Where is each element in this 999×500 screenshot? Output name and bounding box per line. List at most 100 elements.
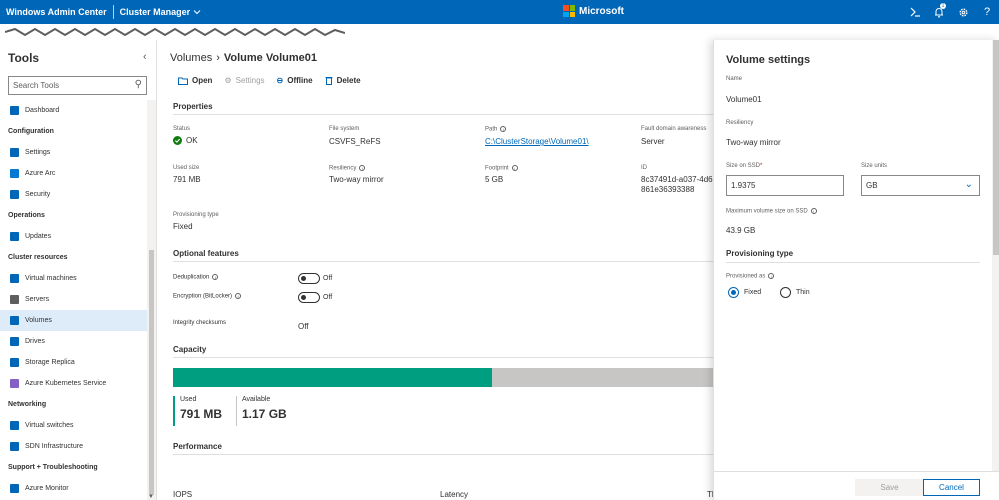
encryption-field: Encryption (BitLocker) i: [173, 293, 242, 300]
search-icon[interactable]: ⚲: [135, 79, 142, 90]
redacted-scribble: [5, 27, 345, 37]
scrollbar-thumb[interactable]: [993, 40, 999, 255]
top-bar-left: Windows Admin Center Cluster Manager: [6, 0, 201, 24]
open-button[interactable]: Open: [178, 76, 212, 85]
context-dropdown[interactable]: Cluster Manager: [120, 7, 202, 17]
capacity-available-value: 1.17 GB: [242, 407, 287, 421]
divider: [173, 454, 713, 455]
nav-section-heading: Cluster resources: [8, 254, 68, 261]
name-label: Name: [726, 76, 743, 82]
sidebar-item-dashboard[interactable]: Dashboard: [0, 100, 147, 121]
cancel-button[interactable]: Cancel: [923, 479, 980, 496]
integrity-label: Integrity checksums: [173, 320, 227, 326]
app-title[interactable]: Windows Admin Center: [6, 7, 107, 17]
resiliency-field: Resiliency i: [329, 165, 366, 172]
encryption-label: Encryption (BitLocker): [173, 293, 233, 300]
provisioning-type-heading: Provisioning type: [726, 249, 794, 258]
scroll-down-icon[interactable]: ▼: [148, 494, 154, 500]
resiliency-label: Resiliency: [329, 165, 357, 172]
info-icon[interactable]: i: [810, 208, 817, 214]
sidebar-item-servers[interactable]: Servers: [0, 289, 147, 310]
dedup-value: Off: [323, 275, 333, 282]
notification-icon[interactable]: 1: [927, 0, 951, 24]
info-icon[interactable]: i: [359, 165, 366, 171]
radio-thin[interactable]: Thin: [780, 287, 810, 298]
sidebar-item-virtual-switches[interactable]: Virtual switches: [0, 415, 147, 436]
panel-scrollbar[interactable]: [992, 40, 999, 471]
info-icon[interactable]: i: [212, 274, 219, 280]
sidebar-item-volumes[interactable]: Volumes: [0, 310, 147, 331]
divider: [112, 5, 114, 19]
iops-header: IOPS: [173, 490, 193, 499]
id-value-line1: 8c37491d-a037-4d6: [641, 175, 713, 184]
sidebar-item-label: Azure Arc: [25, 170, 56, 177]
sidebar-item-virtual-machines[interactable]: Virtual machines: [0, 268, 147, 289]
scrollbar-thumb[interactable]: [149, 250, 154, 495]
sidebar-item-label: Servers: [25, 296, 50, 303]
main-content: Volumes › Volume Volume01 Open ⚙ Setting…: [158, 40, 713, 500]
delete-label: Delete: [336, 76, 361, 85]
sidebar-item-label: Settings: [25, 149, 51, 156]
brand: Microsoft: [563, 5, 624, 17]
capacity-heading: Capacity: [173, 345, 207, 354]
context-label: Cluster Manager: [119, 7, 191, 17]
performance-heading: Performance: [173, 442, 222, 451]
status-label: Status: [173, 126, 191, 132]
path-link[interactable]: C:\ClusterStorage\Volume01\: [485, 137, 589, 146]
delete-button[interactable]: Delete: [325, 76, 361, 85]
sidebar-item-security[interactable]: Security: [0, 184, 147, 205]
resiliency-value: Two-way mirror: [726, 138, 781, 147]
shield-icon: [10, 190, 19, 199]
sidebar-item-settings[interactable]: Settings: [0, 142, 147, 163]
gear-icon[interactable]: [951, 0, 975, 24]
sidebar-item-label: Azure Monitor: [25, 485, 69, 492]
sidebar-scrollbar[interactable]: ▼: [147, 100, 156, 500]
chevron-right-icon: ›: [216, 52, 220, 64]
size-on-ssd-label: Size on SSD: [726, 163, 761, 169]
sidebar-item-azure-arc[interactable]: Azure Arc: [0, 163, 147, 184]
offline-button[interactable]: ⊖ Offline: [277, 76, 313, 85]
info-icon[interactable]: i: [235, 293, 242, 299]
sidebar-item-storage-replica[interactable]: Storage Replica: [0, 352, 147, 373]
info-icon[interactable]: i: [768, 273, 775, 279]
used-size-value: 791 MB: [173, 175, 201, 184]
sidebar-item-azure-kubernetes-service[interactable]: Azure Kubernetes Service: [0, 373, 147, 394]
sidebar-item-azure-monitor[interactable]: Azure Monitor: [0, 478, 147, 499]
id-label: ID: [641, 165, 647, 171]
capacity-used-value: 791 MB: [180, 407, 223, 421]
sidebar-item-updates[interactable]: Updates: [0, 226, 147, 247]
sidebar-item-sdn-infrastructure[interactable]: SDN Infrastructure: [0, 436, 147, 457]
offline-label: Offline: [287, 76, 313, 85]
breadcrumb-volumes[interactable]: Volumes: [170, 52, 212, 64]
info-icon[interactable]: i: [500, 126, 507, 132]
offline-icon: ⊖: [276, 76, 284, 85]
trash-icon: [325, 77, 333, 85]
divider: [726, 262, 980, 263]
path-field: Path i: [485, 126, 507, 133]
terminal-icon[interactable]: [903, 0, 927, 24]
divider: [173, 114, 713, 115]
search-tools-input[interactable]: Search Tools ⚲: [8, 76, 147, 95]
status-text: OK: [186, 136, 198, 145]
id-value-line2: 861e36393388: [641, 185, 695, 194]
path-label: Path: [485, 126, 498, 133]
prov-type-label: Provisioning type: [173, 212, 219, 218]
size-units-select[interactable]: GB ⌄: [861, 175, 980, 196]
sidebar-item-drives[interactable]: Drives: [0, 331, 147, 352]
collapse-sidebar-icon[interactable]: ‹: [143, 51, 147, 63]
sidebar-item-label: Updates: [25, 233, 52, 240]
radio-fixed[interactable]: Fixed: [728, 287, 761, 298]
notification-count: 1: [940, 3, 946, 9]
size-on-ssd-input[interactable]: 1.9375: [726, 175, 844, 196]
info-icon[interactable]: i: [511, 165, 518, 171]
volume-settings-panel: Volume settings Name Volume01 Resiliency…: [713, 40, 999, 500]
capacity-used-legend: Used 791 MB: [173, 396, 222, 426]
save-button[interactable]: Save: [855, 479, 924, 496]
fs-value: CSVFS_ReFS: [329, 137, 381, 146]
settings-button[interactable]: ⚙ Settings: [224, 76, 264, 85]
help-icon[interactable]: ?: [975, 0, 999, 24]
gear-icon: [10, 148, 19, 157]
encryption-toggle[interactable]: [298, 292, 320, 303]
dedup-toggle[interactable]: [298, 273, 320, 284]
sdn-icon: [10, 442, 19, 451]
